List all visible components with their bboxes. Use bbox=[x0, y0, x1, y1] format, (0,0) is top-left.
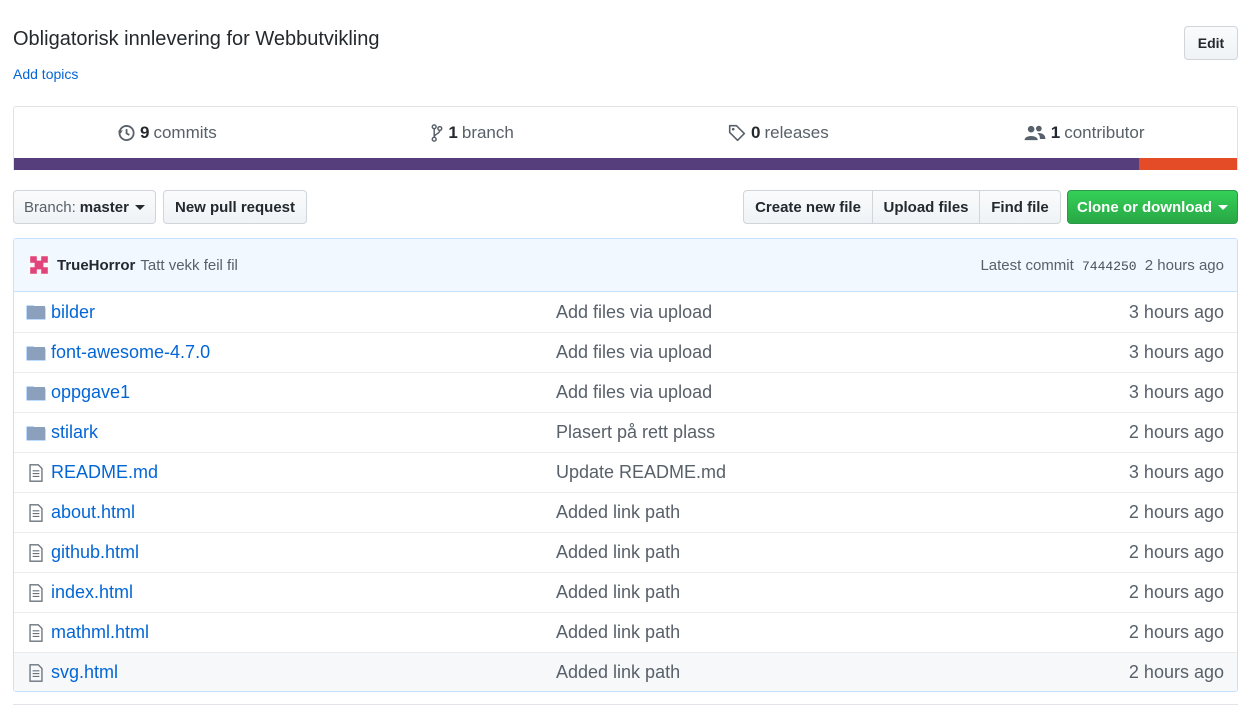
file-name-link[interactable]: mathml.html bbox=[51, 622, 556, 643]
file-name-link[interactable]: font-awesome-4.7.0 bbox=[51, 342, 556, 363]
file-list: TrueHorror Tatt vekk feil fil Latest com… bbox=[13, 238, 1238, 692]
commit-age: 2 hours ago bbox=[1128, 622, 1224, 642]
contributors-stat[interactable]: 1 contributor bbox=[931, 123, 1237, 143]
folder-icon bbox=[26, 424, 46, 442]
file-rows: bilder Add files via upload 3 hours ago fon… bbox=[14, 292, 1237, 691]
latest-commit-prefix: Latest commit bbox=[980, 256, 1074, 274]
file-icon bbox=[26, 463, 46, 482]
file-icon bbox=[26, 543, 46, 562]
latest-commit-bar: TrueHorror Tatt vekk feil fil Latest com… bbox=[14, 239, 1237, 292]
file-name-link[interactable]: index.html bbox=[51, 582, 556, 603]
commit-meta: Latest commit 7444250 2 hours ago bbox=[980, 257, 1224, 274]
new-pull-request-button[interactable]: New pull request bbox=[163, 190, 307, 224]
file-icon bbox=[26, 583, 46, 602]
commit-age: 3 hours ago bbox=[1128, 462, 1224, 482]
commits-stat[interactable]: 9 commits bbox=[14, 123, 320, 143]
create-new-file-button[interactable]: Create new file bbox=[743, 190, 873, 224]
tag-icon bbox=[728, 124, 746, 142]
commit-age: 2 hours ago bbox=[1128, 502, 1224, 522]
folder-icon bbox=[26, 303, 46, 321]
language-segment[interactable] bbox=[14, 158, 1140, 170]
commit-message[interactable]: Tatt vekk feil fil bbox=[140, 257, 238, 274]
file-row: about.html Added link path 2 hours ago bbox=[14, 492, 1237, 532]
commit-sha[interactable]: 7444250 bbox=[1082, 259, 1137, 274]
file-name-link[interactable]: oppgave1 bbox=[51, 382, 556, 403]
commit-message-link[interactable]: Add files via upload bbox=[556, 302, 1129, 323]
branches-stat[interactable]: 1 branch bbox=[320, 123, 626, 143]
language-segment[interactable] bbox=[1139, 158, 1237, 170]
add-topics-link[interactable]: Add topics bbox=[13, 66, 78, 82]
clone-label: Clone or download bbox=[1077, 198, 1212, 216]
clone-or-download-button[interactable]: Clone or download bbox=[1067, 190, 1238, 224]
contributors-label: contributor bbox=[1064, 123, 1145, 142]
commit-age: 2 hours ago bbox=[1128, 542, 1224, 562]
commit-message-link[interactable]: Plasert på rett plass bbox=[556, 422, 1129, 443]
commit-message-link[interactable]: Added link path bbox=[556, 662, 1129, 683]
commit-age: 2 hours ago bbox=[1128, 582, 1224, 602]
commit-message-link[interactable]: Added link path bbox=[556, 582, 1129, 603]
file-row: README.md Update README.md 3 hours ago bbox=[14, 452, 1237, 492]
commit-message-link[interactable]: Added link path bbox=[556, 622, 1129, 643]
file-icon bbox=[26, 663, 46, 682]
commit-message-link[interactable]: Add files via upload bbox=[556, 342, 1129, 363]
commit-message-link[interactable]: Added link path bbox=[556, 502, 1129, 523]
commit-message-link[interactable]: Added link path bbox=[556, 542, 1129, 563]
commits-label: commits bbox=[153, 123, 217, 142]
commit-age: 2 hours ago bbox=[1144, 256, 1224, 274]
upload-files-button[interactable]: Upload files bbox=[872, 190, 980, 224]
branches-count: 1 bbox=[448, 123, 458, 142]
file-row: stilark Plasert på rett plass 2 hours ago bbox=[14, 412, 1237, 452]
file-row: oppgave1 Add files via upload 3 hours ago bbox=[14, 372, 1237, 412]
branch-name: master bbox=[79, 198, 129, 216]
commit-age: 3 hours ago bbox=[1128, 342, 1224, 362]
repo-description: Obligatorisk innlevering for Webbutvikli… bbox=[13, 28, 380, 50]
releases-count: 0 bbox=[751, 123, 761, 142]
file-row: bilder Add files via upload 3 hours ago bbox=[14, 292, 1237, 332]
branch-label: Branch: bbox=[24, 198, 76, 216]
find-file-button[interactable]: Find file bbox=[979, 190, 1061, 224]
commit-age: 2 hours ago bbox=[1128, 662, 1224, 682]
file-icon bbox=[26, 623, 46, 642]
commit-age: 2 hours ago bbox=[1128, 422, 1224, 442]
folder-icon bbox=[26, 384, 46, 402]
file-name-link[interactable]: bilder bbox=[51, 302, 556, 323]
commits-count: 9 bbox=[140, 123, 150, 142]
commit-author[interactable]: TrueHorror bbox=[57, 257, 135, 274]
git-branch-icon bbox=[431, 124, 443, 142]
edit-button[interactable]: Edit bbox=[1184, 26, 1238, 60]
file-row: index.html Added link path 2 hours ago bbox=[14, 572, 1237, 612]
avatar[interactable] bbox=[28, 254, 50, 276]
commit-age: 3 hours ago bbox=[1128, 382, 1224, 402]
releases-label: releases bbox=[764, 123, 829, 142]
file-name-link[interactable]: stilark bbox=[51, 422, 556, 443]
file-icon bbox=[26, 503, 46, 522]
file-name-link[interactable]: svg.html bbox=[51, 662, 556, 683]
file-row: github.html Added link path 2 hours ago bbox=[14, 532, 1237, 572]
file-row: font-awesome-4.7.0 Add files via upload 3 … bbox=[14, 332, 1237, 372]
commit-message-link[interactable]: Update README.md bbox=[556, 462, 1129, 483]
contributors-count: 1 bbox=[1050, 123, 1061, 142]
branches-label: branch bbox=[461, 123, 514, 142]
people-icon bbox=[1024, 125, 1046, 141]
file-name-link[interactable]: github.html bbox=[51, 542, 556, 563]
file-name-link[interactable]: about.html bbox=[51, 502, 556, 523]
folder-icon bbox=[26, 344, 46, 362]
commit-age: 3 hours ago bbox=[1128, 301, 1224, 322]
divider bbox=[13, 704, 1238, 705]
history-icon bbox=[117, 125, 135, 141]
file-row: svg.html Added link path 2 hours ago bbox=[14, 652, 1237, 691]
file-row: mathml.html Added link path 2 hours ago bbox=[14, 612, 1237, 652]
language-bar[interactable] bbox=[14, 158, 1237, 170]
numbers-summary: 9 commits 1 branch 0 releases 1 contribu… bbox=[14, 107, 1237, 159]
caret-down-icon bbox=[134, 204, 145, 210]
commit-message-link[interactable]: Add files via upload bbox=[556, 382, 1129, 403]
caret-down-icon bbox=[1218, 204, 1228, 210]
file-navigation: Create new file Upload files Find file bbox=[743, 190, 1061, 224]
releases-stat[interactable]: 0 releases bbox=[626, 123, 932, 143]
file-name-link[interactable]: README.md bbox=[51, 462, 556, 483]
repo-summary: 9 commits 1 branch 0 releases 1 contribu… bbox=[13, 106, 1238, 170]
branch-select-button[interactable]: Branch: master bbox=[13, 190, 156, 224]
